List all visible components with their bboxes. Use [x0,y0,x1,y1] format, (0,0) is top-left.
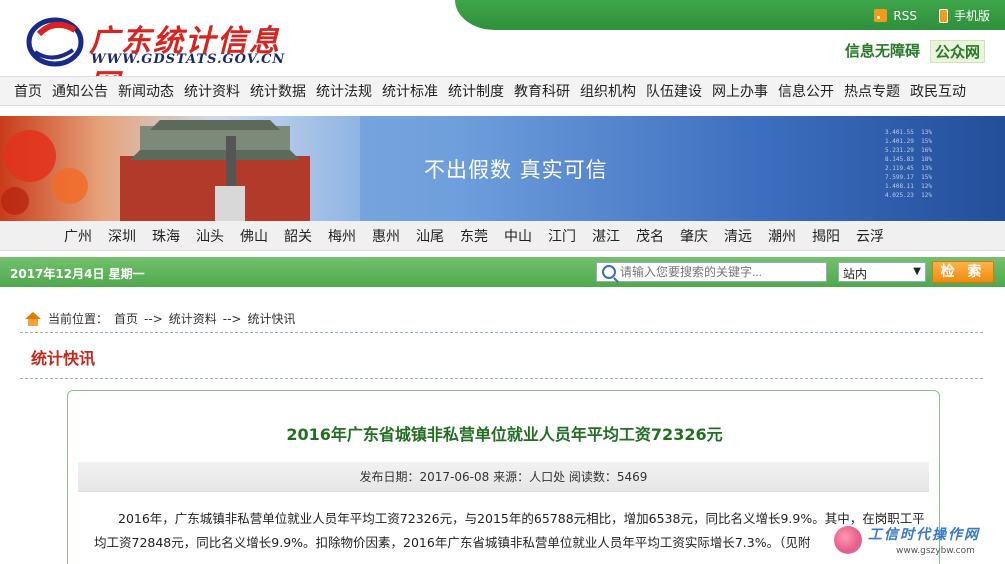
search-icon [602,265,616,279]
city-item-huizhou[interactable]: 惠州 [364,226,408,246]
divider [20,332,983,333]
nav-item-home[interactable]: 首页 [0,81,47,101]
search-button[interactable]: 检 索 [932,261,994,283]
article-title: 2016年广东省城镇非私营单位就业人员年平均工资72326元 [286,425,723,444]
city-item-guangzhou[interactable]: 广州 [56,226,100,246]
breadcrumb: 当前位置： 首页 --> 统计资料 --> 统计快讯 [24,310,296,327]
nav-item-organization[interactable]: 组织机构 [575,81,641,101]
nav-item-notices[interactable]: 通知公告 [47,81,113,101]
site-header: 广东统计信息网 WWW.GDSTATS.GOV.CN RSS 手机版 信息无障碍… [0,0,1005,103]
date-search-bar: 2017年12月4日 星期一 站内 ▼ 检 索 [0,257,1005,287]
city-item-dongguan[interactable]: 东莞 [452,226,496,246]
city-item-shaoguan[interactable]: 韶关 [276,226,320,246]
watermark-url: www.gszybw.com [896,546,975,556]
breadcrumb-stat-news-link[interactable]: 统计快讯 [247,310,295,327]
watermark-flower-icon [834,526,862,554]
banner-building-graphic [1,120,310,221]
city-item-zhuhai[interactable]: 珠海 [144,226,188,246]
article-meta: 发布日期：2017-06-08 来源：人口处 阅读数：5469 [78,462,929,492]
nav-item-stat-standards[interactable]: 统计标准 [377,81,443,101]
nav-item-stat-materials[interactable]: 统计资料 [179,81,245,101]
rss-label: RSS [893,8,917,23]
city-nav: 广州 深圳 珠海 汕头 佛山 韶关 梅州 惠州 汕尾 东莞 中山 江门 湛江 茂… [0,221,1005,251]
nav-item-stat-law[interactable]: 统计法规 [311,81,377,101]
nav-item-news[interactable]: 新闻动态 [113,81,179,101]
city-item-zhaoqing[interactable]: 肇庆 [672,226,716,246]
mobile-label: 手机版 [953,9,990,23]
nav-item-team[interactable]: 队伍建设 [641,81,707,101]
nav-item-stat-system[interactable]: 统计制度 [443,81,509,101]
main-nav: 首页 通知公告 新闻动态 统计资料 统计数据 统计法规 统计标准 统计制度 教育… [0,76,1005,106]
city-item-maoming[interactable]: 茂名 [628,226,672,246]
city-item-yunfu[interactable]: 云浮 [848,226,892,246]
accessible-info-link[interactable]: 信息无障碍 [845,40,920,63]
city-item-zhongshan[interactable]: 中山 [496,226,540,246]
site-logo[interactable]: 广东统计信息网 WWW.GDSTATS.GOV.CN [25,12,305,103]
city-item-meizhou[interactable]: 梅州 [320,226,364,246]
nav-item-stat-data[interactable]: 统计数据 [245,81,311,101]
nav-item-education[interactable]: 教育科研 [509,81,575,101]
nav-item-online-service[interactable]: 网上办事 [707,81,773,101]
search-box[interactable] [596,262,827,282]
breadcrumb-prefix: 当前位置： [48,312,109,326]
breadcrumb-home-link[interactable]: 首页 [114,310,138,327]
mobile-version-link[interactable]: 手机版 [938,7,990,24]
dropdown-arrow-icon: ▼ [913,266,921,277]
breadcrumb-separator: --> [222,311,242,326]
city-item-chaozhou[interactable]: 潮州 [760,226,804,246]
search-scope-value: 站内 [843,267,868,281]
city-item-jiangmen[interactable]: 江门 [540,226,584,246]
banner: 不出假数 真实可信 3.401.55 13% 1.401.29 15% 5.231.… [0,116,1005,221]
divider [20,378,983,379]
watermark-title: 工信时代操作网 [868,527,980,543]
rss-icon [874,9,888,22]
current-date: 2017年12月4日 星期一 [10,267,145,281]
article-body: 2016年，广东城镇非私营单位就业人员年平均工资72326元，与2015年的65… [94,511,925,550]
accessibility-links: 信息无障碍 公众网 [845,40,985,63]
nav-item-topics[interactable]: 热点专题 [839,81,905,101]
city-item-shanwei[interactable]: 汕尾 [408,226,452,246]
top-links: RSS 手机版 [874,7,990,24]
phone-icon [938,8,948,23]
city-item-foshan[interactable]: 佛山 [232,226,276,246]
city-item-shantou[interactable]: 汕头 [188,226,232,246]
search-input[interactable] [620,265,820,279]
logo-english-url: WWW.GDSTATS.GOV.CN [91,52,286,67]
search-scope-select[interactable]: 站内 ▼ [838,262,926,282]
banner-slogan: 不出假数 真实可信 [424,158,608,182]
breadcrumb-separator: --> [144,311,163,326]
city-item-shenzhen[interactable]: 深圳 [100,226,144,246]
logo-emblem-icon [26,17,84,67]
banner-figures-graphic: 3.401.55 13% 1.401.29 15% 5.231.29 16% 8.14… [885,129,932,199]
banner-building-image [0,116,360,221]
home-icon [24,311,42,326]
city-item-zhanjiang[interactable]: 湛江 [584,226,628,246]
rss-link[interactable]: RSS [874,7,917,24]
nav-item-disclosure[interactable]: 信息公开 [773,81,839,101]
city-item-jieyang[interactable]: 揭阳 [804,226,848,246]
section-title: 统计快讯 [31,349,96,368]
watermark: 工信时代操作网 www.gszybw.com [834,522,999,562]
nav-item-interaction[interactable]: 政民互动 [905,81,971,101]
breadcrumb-stat-materials-link[interactable]: 统计资料 [169,310,217,327]
public-site-link[interactable]: 公众网 [929,40,985,63]
city-item-qingyuan[interactable]: 清远 [716,226,760,246]
article-panel: 2016年广东省城镇非私营单位就业人员年平均工资72326元 发布日期：2017… [67,390,940,564]
